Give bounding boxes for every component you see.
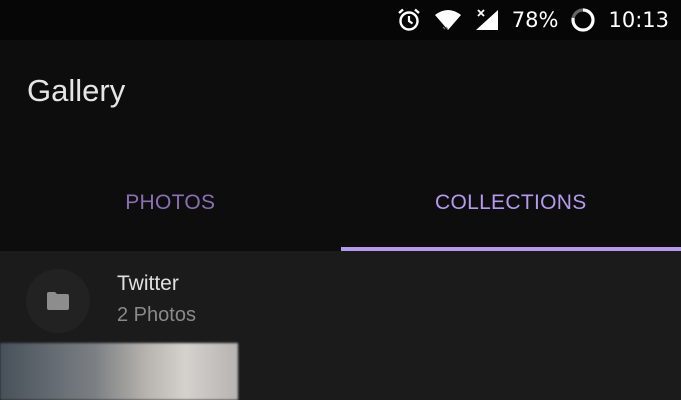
wifi-icon [434,8,462,32]
signal-icon [474,8,500,32]
folder-icon [46,291,70,311]
tab-collections[interactable]: COLLECTIONS [341,185,681,248]
collection-count: 2 Photos [117,304,196,326]
collection-thumbnail[interactable] [26,269,90,333]
collections-list: Twitter 2 Photos [0,251,681,400]
photo-thumbnail[interactable] [0,343,238,400]
tab-photos[interactable]: PHOTOS [0,185,341,248]
alarm-icon [396,7,422,33]
status-bar: 78% 10:13 [0,0,681,40]
tab-bar: PHOTOS COLLECTIONS [0,185,681,248]
collection-name[interactable]: Twitter [117,272,179,296]
clock-time: 10:13 [608,8,669,32]
page-title: Gallery [27,73,126,108]
status-icons: 78% 10:13 [396,6,669,34]
app-bar: Gallery PHOTOS COLLECTIONS [0,40,681,250]
battery-percent: 78% [511,8,559,32]
battery-icon [570,7,596,33]
